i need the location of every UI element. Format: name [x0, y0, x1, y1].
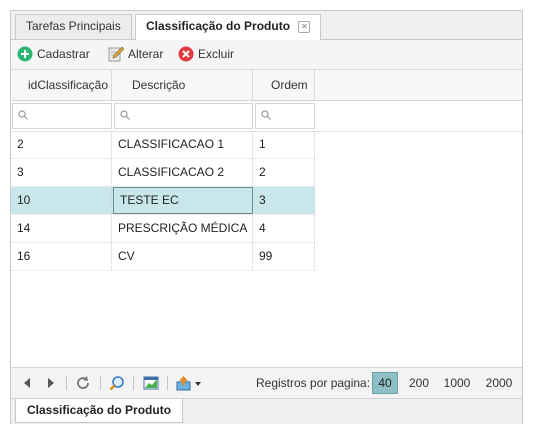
toolbar: Cadastrar Alterar Excluir	[11, 40, 522, 70]
cell-ordem[interactable]: 2	[253, 159, 315, 186]
tab-classificacao-produto[interactable]: Classificação do Produto ✕	[135, 14, 322, 40]
delete-icon	[178, 46, 194, 62]
next-page-icon[interactable]	[43, 375, 59, 391]
pager-bar: Registros por pagina: 40 200 1000 2000	[11, 367, 522, 398]
bottom-tab-classificacao[interactable]: Classificação do Produto	[15, 399, 184, 423]
table-row[interactable]: 2 CLASSIFICACAO 1 1	[11, 131, 315, 159]
search-icon	[261, 110, 271, 120]
export-icon[interactable]	[176, 375, 202, 391]
alterar-label: Alterar	[128, 47, 164, 61]
page-size-option-active[interactable]: 40	[372, 372, 398, 394]
tab-label: Classificação do Produto	[146, 19, 291, 33]
cell-ordem[interactable]: 1	[253, 131, 315, 158]
tab-label: Tarefas Principais	[26, 19, 121, 33]
refresh-icon[interactable]	[75, 375, 91, 391]
excluir-button[interactable]: Excluir	[178, 45, 248, 63]
table-row[interactable]: 14 PRESCRIÇÃO MÉDICA 4	[11, 215, 315, 243]
bottom-tab-bar: Classificação do Produto	[11, 398, 522, 424]
table-row-selected[interactable]: 10 TESTE EC 3	[11, 187, 315, 215]
previous-page-icon[interactable]	[19, 375, 35, 391]
table-row[interactable]: 16 CV 99	[11, 243, 315, 271]
page-size-label: Registros por pagina:	[256, 376, 371, 390]
cell-ordem[interactable]: 3	[253, 187, 315, 214]
page-size-option[interactable]: 200	[404, 372, 434, 394]
zoom-icon[interactable]	[109, 375, 125, 391]
main-panel: Tarefas Principais Classificação do Prod…	[10, 10, 523, 424]
cell-descricao-focused[interactable]: TESTE EC	[113, 187, 253, 214]
filter-id-input[interactable]	[12, 103, 112, 129]
excluir-label: Excluir	[198, 47, 235, 61]
separator	[100, 376, 101, 390]
column-header-descricao[interactable]: Descrição	[112, 70, 253, 100]
page-size-option[interactable]: 1000	[439, 372, 475, 394]
cell-id[interactable]: 3	[11, 159, 112, 186]
filter-ordem-input[interactable]	[255, 103, 315, 129]
grid-header: idClassificação Descrição Ordem	[11, 70, 522, 101]
add-icon	[17, 46, 33, 62]
separator	[66, 376, 67, 390]
cell-descricao[interactable]: CV	[112, 243, 253, 270]
separator	[167, 376, 168, 390]
search-icon	[18, 110, 28, 120]
search-icon	[120, 110, 130, 120]
cell-descricao[interactable]: CLASSIFICACAO 1	[112, 131, 253, 158]
cadastrar-label: Cadastrar	[37, 47, 90, 61]
cadastrar-button[interactable]: Cadastrar	[17, 45, 107, 63]
cell-descricao[interactable]: CLASSIFICACAO 2	[112, 159, 253, 186]
cell-ordem[interactable]: 99	[253, 243, 315, 270]
column-header-ordem[interactable]: Ordem	[253, 70, 315, 100]
filter-row	[11, 101, 522, 132]
page-size-option[interactable]: 2000	[481, 372, 517, 394]
cell-descricao[interactable]: PRESCRIÇÃO MÉDICA	[112, 215, 253, 242]
cell-id[interactable]: 16	[11, 243, 112, 270]
filter-descricao-input[interactable]	[114, 103, 253, 129]
cell-id[interactable]: 2	[11, 131, 112, 158]
cell-id[interactable]: 14	[11, 215, 112, 242]
table-row[interactable]: 3 CLASSIFICACAO 2 2	[11, 159, 315, 187]
edit-icon	[108, 46, 124, 62]
tab-bar: Tarefas Principais Classificação do Prod…	[11, 11, 522, 40]
cell-ordem[interactable]: 4	[253, 215, 315, 242]
separator	[133, 376, 134, 390]
cell-id[interactable]: 10	[11, 187, 112, 214]
chart-icon[interactable]	[143, 375, 159, 391]
alterar-button[interactable]: Alterar	[108, 45, 178, 63]
column-header-id[interactable]: idClassificação	[11, 70, 112, 100]
close-icon[interactable]: ✕	[298, 21, 311, 33]
tab-tarefas-principais[interactable]: Tarefas Principais	[15, 14, 132, 39]
